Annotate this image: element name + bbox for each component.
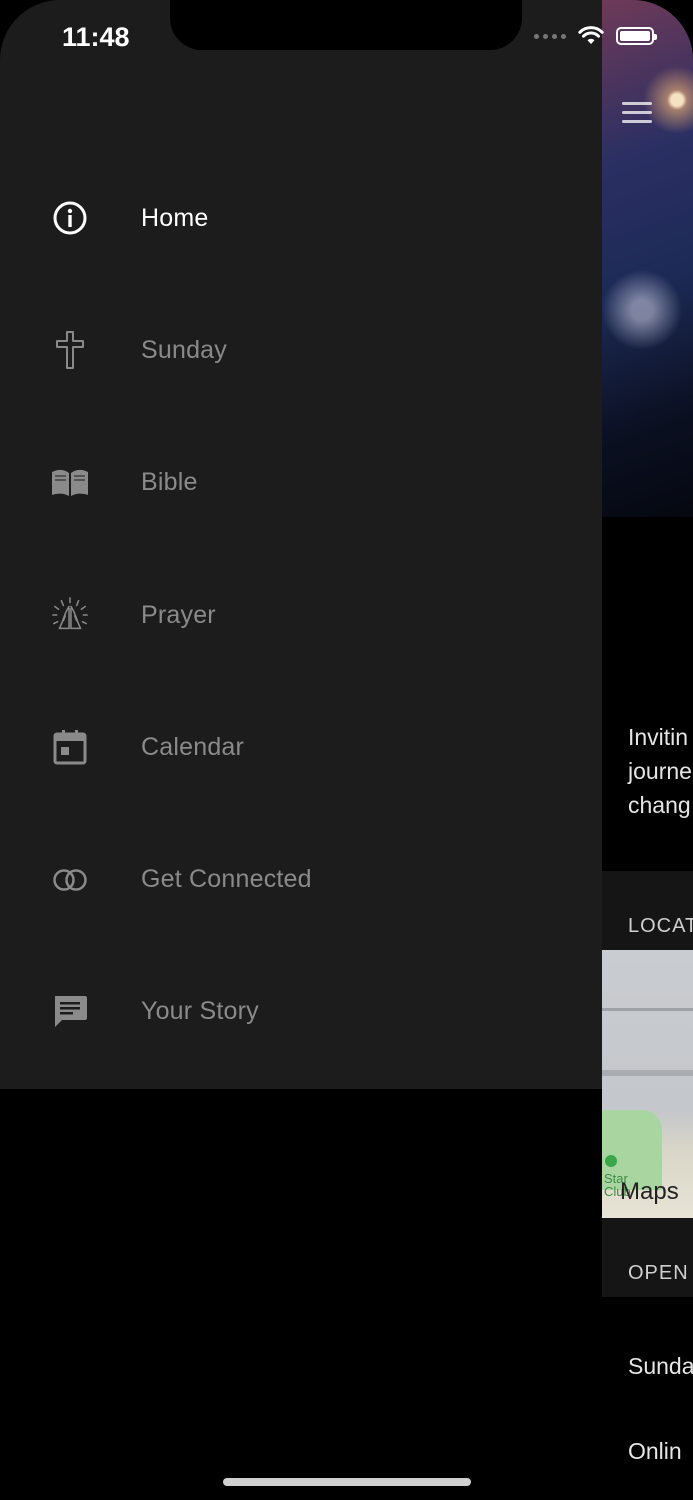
drawer-item-home[interactable]: Home: [0, 152, 602, 284]
drawer-item-calendar[interactable]: Calendar: [0, 681, 602, 813]
location-band: [602, 871, 693, 950]
intro-line-2: journe: [628, 758, 692, 784]
hamburger-icon[interactable]: [622, 102, 652, 129]
navigation-drawer: Home Sunday Bible Prayer Calendar Get Co…: [0, 0, 602, 1089]
drawer-item-get-connected[interactable]: Get Connected: [0, 813, 602, 945]
notch: [170, 0, 522, 50]
drawer-item-label: Home: [141, 203, 209, 232]
schedule-online[interactable]: Onlin: [628, 1438, 682, 1465]
info-icon: [50, 198, 90, 238]
drawer-item-prayer[interactable]: Prayer: [0, 549, 602, 681]
home-indicator[interactable]: [223, 1478, 471, 1486]
drawer-item-bible[interactable]: Bible: [0, 417, 602, 549]
schedule-sunday[interactable]: Sunda: [628, 1353, 693, 1380]
book-icon: [50, 463, 90, 503]
battery-icon: [616, 27, 657, 45]
phone-screen: Invitin journe chang LOCAT Star Club Map…: [0, 0, 693, 1500]
hero-image: [602, 0, 693, 517]
chat-icon: [50, 992, 90, 1032]
signal-icon: [534, 33, 566, 39]
praying-hands-icon: [50, 595, 90, 635]
location-heading: LOCAT: [628, 915, 693, 937]
status-time: 11:48: [62, 22, 130, 52]
drawer-item-label: Calendar: [141, 732, 245, 761]
intro-line-3: chang: [628, 792, 691, 818]
drawer-item-label: Get Connected: [141, 865, 312, 894]
intro-line-1: Invitin: [628, 724, 689, 750]
open-band: [602, 1218, 693, 1297]
wifi-icon: [578, 26, 604, 44]
drawer-item-label: Bible: [141, 468, 198, 497]
status-icons: [534, 26, 657, 46]
drawer-menu: Home Sunday Bible Prayer Calendar Get Co…: [0, 152, 602, 1078]
drawer-item-label: Prayer: [141, 600, 216, 629]
map-view[interactable]: Star Club Maps: [602, 950, 693, 1218]
open-heading: OPEN: [628, 1262, 689, 1284]
rings-icon: [50, 860, 90, 900]
calendar-icon: [50, 727, 90, 767]
maps-brand-label: Maps: [620, 1178, 679, 1205]
map-poi-icon: [605, 1155, 617, 1167]
drawer-item-your-story[interactable]: Your Story: [0, 946, 602, 1078]
drawer-item-label: Sunday: [141, 335, 227, 364]
cross-icon: [50, 330, 90, 370]
drawer-item-sunday[interactable]: Sunday: [0, 284, 602, 416]
drawer-item-label: Your Story: [141, 997, 259, 1026]
